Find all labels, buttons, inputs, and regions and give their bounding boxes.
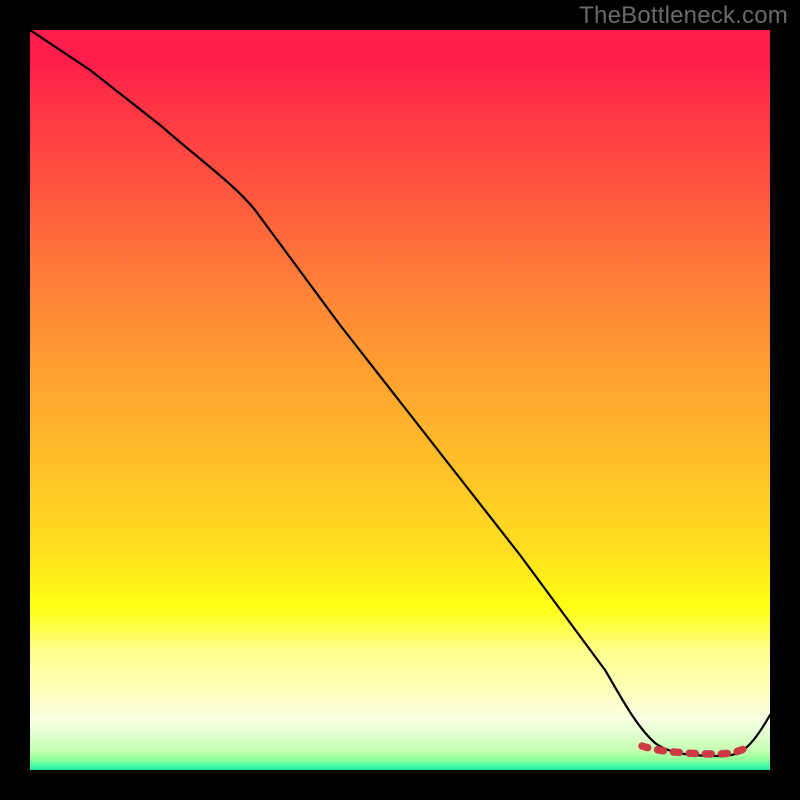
plot-area (30, 30, 770, 770)
chart-svg (30, 30, 770, 770)
optimal-zone-marker (642, 746, 748, 754)
chart-frame: TheBottleneck.com (0, 0, 800, 800)
watermark-text: TheBottleneck.com (579, 2, 788, 30)
bottleneck-curve-line (30, 30, 770, 756)
